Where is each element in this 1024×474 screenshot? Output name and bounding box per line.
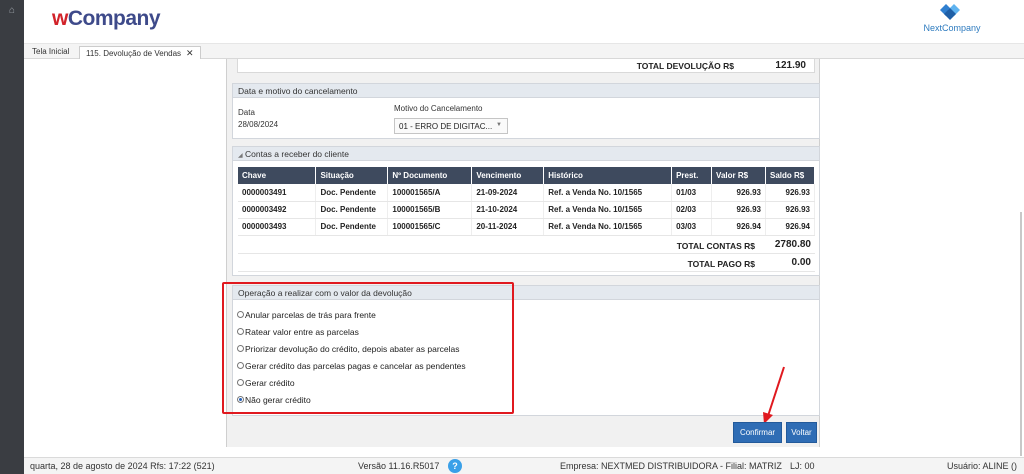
close-icon[interactable]: ✕ [186, 48, 194, 58]
cell-documento: 100001565/C [387, 218, 473, 236]
status-version: Versão 11.16.R5017 [358, 461, 440, 471]
date-label: Data [238, 108, 255, 117]
cell-valor: 926.93 [711, 184, 766, 202]
total-pago-row: TOTAL PAGO R$ 0.00 [238, 255, 815, 272]
total-pago-value: 0.00 [791, 257, 811, 268]
scrollbar[interactable] [1020, 212, 1022, 456]
cell-chave: 0000003491 [238, 184, 317, 202]
cell-historico: Ref. a Venda No. 10/1565 [543, 201, 673, 219]
total-contas-value: 2780.80 [774, 239, 811, 250]
table-row[interactable]: 0000003493 Doc. Pendente 100001565/C 20-… [238, 218, 815, 236]
col-saldo[interactable]: Saldo R$ [765, 167, 815, 184]
red-arrow-icon [763, 366, 785, 424]
date-value: 28/08/2024 [238, 120, 279, 129]
total-devolucao-label: TOTAL DEVOLUÇÃO R$ [636, 61, 734, 71]
cell-documento: 100001565/B [387, 201, 473, 219]
help-icon[interactable]: ? [448, 459, 462, 473]
cell-chave: 0000003493 [238, 218, 317, 236]
status-date: quarta, 28 de agosto de 2024 Rfs: 17:22 … [30, 461, 215, 471]
col-chave[interactable]: Chave [238, 167, 317, 184]
cancel-panel-title: Data e motivo do cancelamento [233, 84, 819, 98]
collapse-triangle-icon: ◢ [238, 153, 243, 159]
col-valor[interactable]: Valor R$ [711, 167, 766, 184]
tab-devolucao-vendas[interactable]: 115. Devolução de Vendas ✕ [79, 46, 201, 59]
cell-vencimento: 21-09-2024 [471, 184, 545, 202]
app-header: wCompany NextCompany [24, 0, 1024, 44]
cell-prest: 01/03 [671, 184, 713, 202]
contas-panel: ◢ Contas a receber do cliente Chave Situ… [232, 146, 820, 276]
cell-saldo: 926.93 [765, 201, 815, 219]
cell-prest: 02/03 [671, 201, 713, 219]
cell-saldo: 926.94 [765, 218, 815, 236]
cell-situacao: Doc. Pendente [315, 218, 389, 236]
contas-panel-title[interactable]: ◢ Contas a receber do cliente [233, 147, 819, 161]
col-situacao[interactable]: Situação [315, 167, 389, 184]
status-loja: LJ: 00 [790, 461, 815, 471]
total-devolucao: TOTAL DEVOLUÇÃO R$ 121.90 [237, 59, 815, 73]
chevron-down-icon: ▼ [496, 122, 502, 128]
col-vencimento[interactable]: Vencimento [471, 167, 545, 184]
motivo-value: 01 - ERRO DE DIGITAC... [399, 122, 493, 131]
confirm-button[interactable]: Confirmar [733, 422, 782, 443]
total-devolucao-value: 121.90 [775, 60, 806, 71]
total-contas-label: TOTAL CONTAS R$ [676, 241, 755, 251]
nextcompany-mark-icon [940, 4, 960, 20]
table-row[interactable]: 0000003492 Doc. Pendente 100001565/B 21-… [238, 201, 815, 219]
back-button[interactable]: Voltar [786, 422, 817, 443]
left-rail: ⌂ [0, 0, 24, 474]
contas-table: Chave Situação Nº Documento Vencimento H… [238, 167, 815, 236]
total-pago-label: TOTAL PAGO R$ [687, 259, 755, 269]
home-icon[interactable]: ⌂ [6, 6, 18, 16]
col-prest[interactable]: Prest. [671, 167, 713, 184]
motivo-label: Motivo do Cancelamento [394, 104, 483, 113]
cell-vencimento: 20-11-2024 [471, 218, 545, 236]
highlight-box [222, 282, 514, 414]
motivo-select[interactable]: 01 - ERRO DE DIGITAC... ▼ [394, 118, 508, 134]
status-empresa: Empresa: NEXTMED DISTRIBUIDORA - Filial:… [560, 461, 782, 471]
cell-chave: 0000003492 [238, 201, 317, 219]
tab-bar: Tela Inicial 115. Devolução de Vendas ✕ [24, 44, 1024, 59]
cell-vencimento: 21-10-2024 [471, 201, 545, 219]
contas-title-text: Contas a receber do cliente [245, 149, 349, 159]
cell-saldo: 926.93 [765, 184, 815, 202]
tab-label: 115. Devolução de Vendas [86, 49, 182, 58]
table-row[interactable]: 0000003491 Doc. Pendente 100001565/A 21-… [238, 184, 815, 202]
table-header-row: Chave Situação Nº Documento Vencimento H… [238, 167, 815, 184]
nextcompany-logo: NextCompany [920, 3, 984, 39]
cell-historico: Ref. a Venda No. 10/1565 [543, 184, 673, 202]
cell-situacao: Doc. Pendente [315, 201, 389, 219]
cell-historico: Ref. a Venda No. 10/1565 [543, 218, 673, 236]
total-contas-row: TOTAL CONTAS R$ 2780.80 [238, 237, 815, 254]
cell-situacao: Doc. Pendente [315, 184, 389, 202]
cell-documento: 100001565/A [387, 184, 473, 202]
cell-prest: 03/03 [671, 218, 713, 236]
company-logo: wCompany [52, 7, 161, 30]
cell-valor: 926.93 [711, 201, 766, 219]
status-bar: quarta, 28 de agosto de 2024 Rfs: 17:22 … [24, 457, 1024, 474]
nextcompany-label: NextCompany [923, 23, 981, 33]
status-usuario: Usuário: ALINE () [947, 461, 1018, 471]
col-documento[interactable]: Nº Documento [387, 167, 473, 184]
tab-home[interactable]: Tela Inicial [26, 46, 75, 59]
col-historico[interactable]: Histórico [543, 167, 673, 184]
cancel-panel: Data e motivo do cancelamento Data 28/08… [232, 83, 820, 139]
cell-valor: 926.94 [711, 218, 766, 236]
